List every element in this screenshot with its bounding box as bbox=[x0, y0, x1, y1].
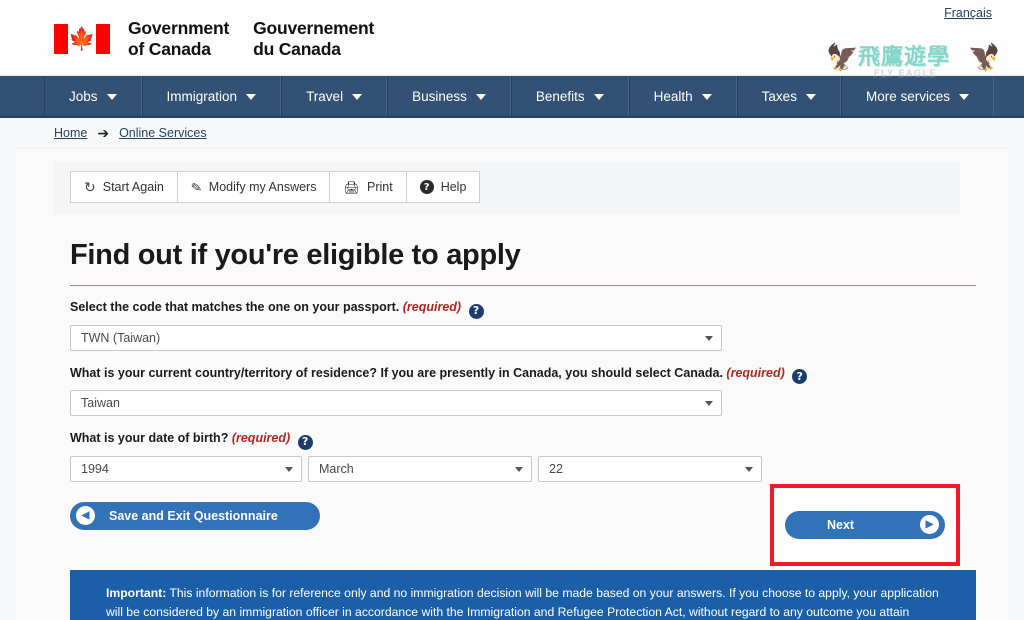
start-again-label: Start Again bbox=[102, 180, 164, 194]
passport-code-label-text: Select the code that matches the one on … bbox=[70, 300, 400, 314]
chevron-down-icon bbox=[106, 94, 117, 100]
title-divider bbox=[70, 285, 976, 286]
birth-month-select[interactable]: March bbox=[308, 455, 532, 482]
chevron-down-icon bbox=[958, 94, 969, 100]
save-and-exit-label: Save and Exit Questionnaire bbox=[109, 508, 278, 523]
breadcrumb: Home ➔ Online Services bbox=[0, 118, 1024, 148]
nav-item-immigration[interactable]: Immigration bbox=[141, 76, 282, 116]
nav-item-health[interactable]: Health bbox=[628, 76, 737, 116]
help-button[interactable]: ? Help bbox=[405, 171, 481, 203]
birth-year-value: 1994 bbox=[81, 461, 109, 476]
notice-label: Important: bbox=[106, 585, 167, 600]
watermark-text: 飛鷹遊學 bbox=[858, 45, 951, 70]
modify-answers-button[interactable]: ✎ Modify my Answers bbox=[176, 171, 330, 203]
notice-body: This information is for reference only a… bbox=[106, 585, 939, 619]
passport-code-value: TWN (Taiwan) bbox=[81, 330, 161, 345]
government-of-canada-brand[interactable]: 🍁 Government of Canada Gouvernement du C… bbox=[54, 18, 374, 59]
wordmark-french: Gouvernement du Canada bbox=[253, 18, 374, 59]
nav-label: Taxes bbox=[761, 88, 797, 104]
breadcrumb-online-services-link[interactable]: Online Services bbox=[119, 126, 207, 140]
modify-answers-label: Modify my Answers bbox=[208, 180, 317, 194]
nav-item-travel[interactable]: Travel bbox=[281, 76, 388, 116]
nav-label: Immigration bbox=[166, 88, 238, 104]
page-content: ↻ Start Again ✎ Modify my Answers 🖨 Prin… bbox=[16, 148, 1008, 620]
chevron-down-icon bbox=[705, 335, 713, 341]
next-label: Next bbox=[827, 517, 855, 532]
breadcrumb-home-link[interactable]: Home bbox=[54, 126, 87, 140]
residence-select[interactable]: Taiwan bbox=[70, 390, 722, 417]
birth-day-value: 22 bbox=[549, 461, 563, 476]
next-button-highlight: Next ▶ bbox=[770, 483, 960, 566]
birth-month-value: March bbox=[319, 461, 354, 476]
nav-label: Health bbox=[653, 88, 693, 104]
questionnaire-toolbar: ↻ Start Again ✎ Modify my Answers 🖨 Prin… bbox=[54, 162, 960, 214]
canada-flag-icon: 🍁 bbox=[54, 23, 110, 54]
restart-icon: ↻ bbox=[84, 179, 96, 195]
birth-day-select[interactable]: 22 bbox=[538, 455, 762, 482]
nav-item-benefits[interactable]: Benefits bbox=[510, 76, 629, 116]
nav-label: Travel bbox=[306, 88, 344, 104]
required-tag: (required) bbox=[726, 365, 785, 380]
birth-year-select[interactable]: 1994 bbox=[70, 455, 302, 482]
question-circle-icon[interactable]: ? bbox=[297, 434, 313, 450]
chevron-down-icon bbox=[745, 466, 753, 472]
question-circle-icon: ? bbox=[419, 180, 434, 194]
chevron-down-icon bbox=[285, 466, 293, 472]
arrow-right-circle-icon: ▶ bbox=[920, 515, 939, 535]
nav-label: Benefits bbox=[535, 88, 585, 104]
wordmark-english: Government of Canada bbox=[128, 18, 229, 59]
residence-value: Taiwan bbox=[81, 396, 120, 411]
chevron-down-icon bbox=[475, 94, 486, 100]
chevron-down-icon bbox=[593, 94, 604, 100]
nav-label: Jobs bbox=[69, 88, 98, 104]
nav-item-business[interactable]: Business bbox=[387, 76, 511, 116]
arrow-right-icon: ➔ bbox=[97, 124, 110, 141]
next-button[interactable]: Next ▶ bbox=[785, 510, 945, 539]
passport-code-select[interactable]: TWN (Taiwan) bbox=[70, 324, 722, 351]
wordmark-fr-line2: du Canada bbox=[253, 38, 341, 59]
wordmark-en-line2: of Canada bbox=[128, 38, 211, 59]
primary-navigation: Jobs Immigration Travel Business Benefit… bbox=[0, 76, 1024, 118]
arrow-left-circle-icon: ◀ bbox=[76, 506, 95, 526]
important-notice: Important: This information is for refer… bbox=[70, 569, 976, 620]
chevron-down-icon bbox=[246, 94, 257, 100]
print-button[interactable]: 🖨 Print bbox=[329, 171, 406, 203]
passport-code-label: Select the code that matches the one on … bbox=[70, 299, 954, 319]
help-label: Help bbox=[440, 180, 467, 194]
nav-label: More services bbox=[865, 88, 950, 104]
chevron-down-icon bbox=[701, 94, 712, 100]
pencil-icon: ✎ bbox=[189, 178, 204, 196]
nav-label: Business bbox=[412, 88, 467, 104]
nav-item-jobs[interactable]: Jobs bbox=[44, 76, 142, 116]
date-of-birth-label-text: What is your date of birth? bbox=[70, 431, 229, 446]
wing-icon-right: 🦅 bbox=[967, 42, 1000, 72]
language-toggle-link[interactable]: Français bbox=[944, 6, 992, 20]
chevron-down-icon bbox=[352, 94, 363, 100]
form-actions: ◀ Save and Exit Questionnaire Next ▶ bbox=[70, 483, 960, 566]
required-tag: (required) bbox=[231, 431, 291, 446]
chevron-down-icon bbox=[805, 94, 816, 100]
required-tag: (required) bbox=[402, 300, 462, 314]
wordmark: Government of Canada Gouvernement du Can… bbox=[128, 18, 374, 59]
eligibility-form: Find out if you're eligible to apply Sel… bbox=[70, 239, 976, 620]
save-and-exit-button[interactable]: ◀ Save and Exit Questionnaire bbox=[70, 501, 320, 530]
print-label: Print bbox=[366, 180, 393, 194]
global-header: Français 🍁 Government of Canada Gouverne… bbox=[0, 0, 1024, 78]
nav-item-more-services[interactable]: More services bbox=[840, 76, 994, 116]
printer-icon: 🖨 bbox=[343, 179, 360, 195]
residence-label-text: What is your current country/territory o… bbox=[70, 365, 723, 380]
date-of-birth-label: What is your date of birth? (required) ? bbox=[70, 430, 954, 450]
chevron-down-icon bbox=[705, 401, 713, 407]
question-circle-icon[interactable]: ? bbox=[468, 303, 484, 319]
nav-item-taxes[interactable]: Taxes bbox=[736, 76, 841, 116]
wordmark-fr-line1: Gouvernement bbox=[253, 18, 375, 38]
chevron-down-icon bbox=[515, 466, 523, 472]
start-again-button[interactable]: ↻ Start Again bbox=[70, 171, 177, 203]
toolbar-button-group: ↻ Start Again ✎ Modify my Answers 🖨 Prin… bbox=[70, 171, 481, 203]
question-circle-icon[interactable]: ? bbox=[792, 369, 808, 385]
wordmark-en-line1: Government bbox=[128, 18, 230, 38]
page-title: Find out if you're eligible to apply bbox=[70, 239, 521, 271]
wing-icon-left: 🦅 bbox=[826, 42, 859, 72]
residence-label: What is your current country/territory o… bbox=[70, 365, 954, 385]
